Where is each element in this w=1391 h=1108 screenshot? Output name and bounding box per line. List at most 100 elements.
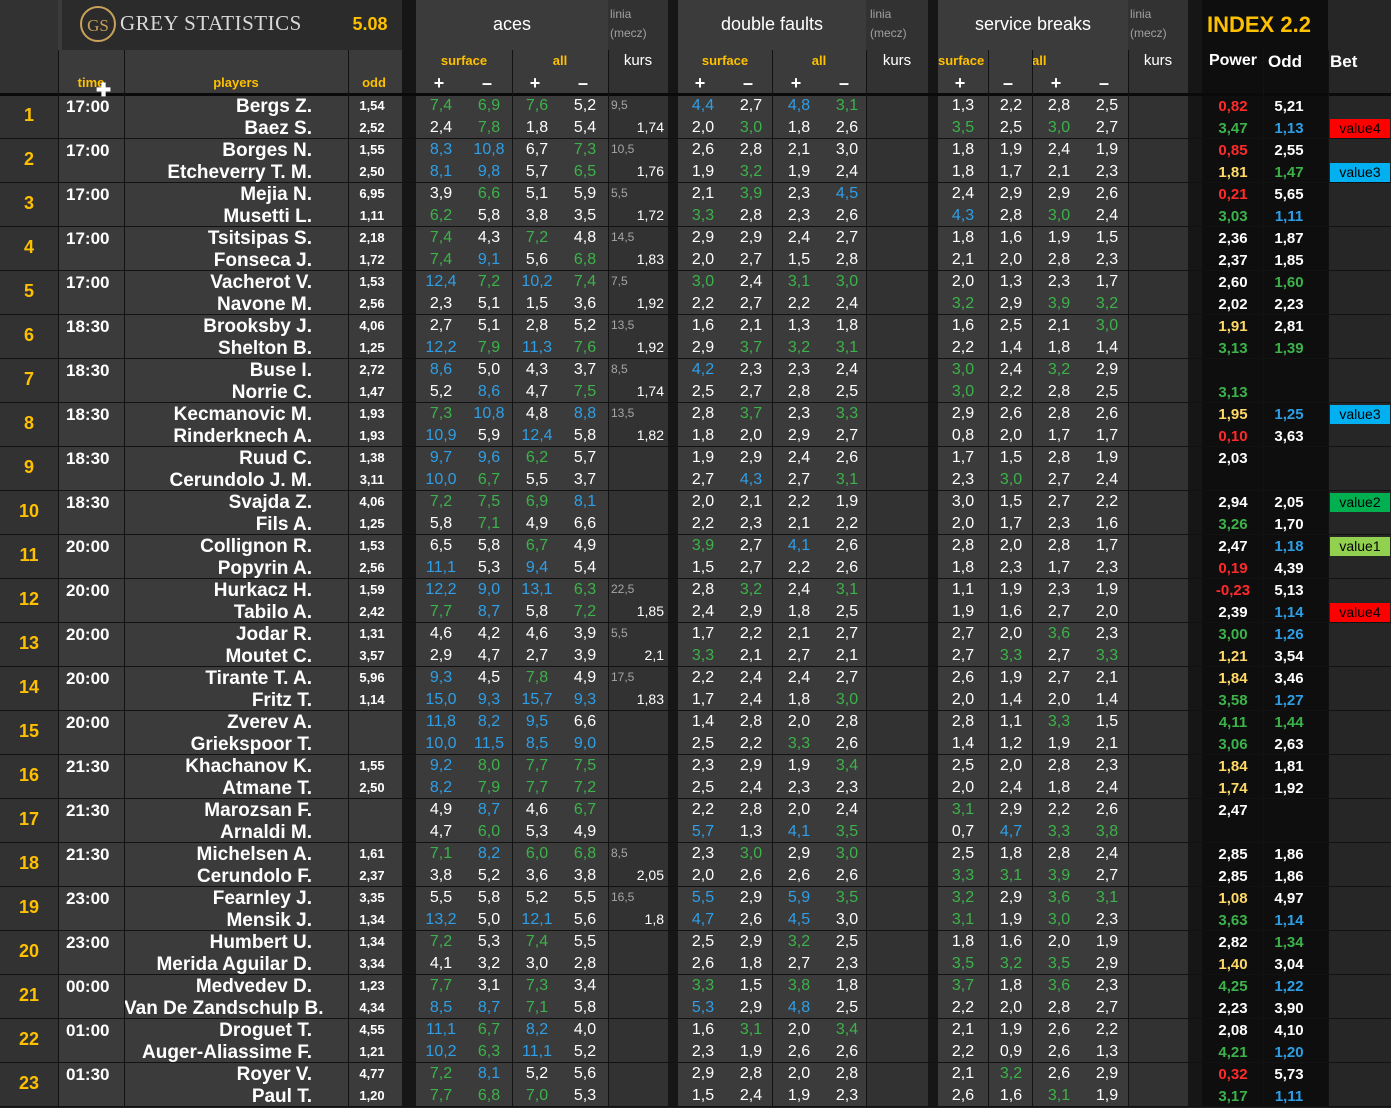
df-stat-minus: 2,4 [835, 163, 859, 180]
player-name[interactable]: Royer V. [124, 1064, 312, 1086]
sb-stat-plus: 3,7 [951, 977, 975, 994]
player-name[interactable]: Norrie C. [124, 382, 312, 404]
sb-stat-plus: 2,0 [951, 779, 975, 796]
aces-stat-plus: 8,2 [525, 1021, 549, 1038]
player-name[interactable]: Shelton B. [124, 338, 312, 360]
df-stat-minus: 1,9 [739, 1043, 763, 1060]
player-name[interactable]: Rinderknech A. [124, 426, 312, 448]
power-value: 2,60 [1218, 274, 1248, 291]
aces-line-value: 7,5 [611, 274, 628, 288]
aces-stat-minus: 5,3 [573, 1087, 597, 1104]
sb-stat-plus: 3,0 [1047, 911, 1071, 928]
bet-badge[interactable]: value4 [1330, 119, 1390, 138]
sb-stat-plus: 2,6 [1047, 1065, 1071, 1082]
bet-header: Bet [1330, 52, 1358, 71]
player-name[interactable]: Van De Zandschulp B. [124, 998, 324, 1020]
player-name[interactable]: Bergs Z. [124, 96, 312, 118]
player-name[interactable]: Tirante T. A. [124, 668, 312, 690]
player-name[interactable]: Atmane T. [124, 778, 312, 800]
player-name[interactable]: Michelsen A. [124, 844, 312, 866]
power-value: 2,94 [1218, 494, 1248, 511]
player-name[interactable]: Griekspoor T. [124, 734, 312, 756]
player-name[interactable]: Hurkacz H. [124, 580, 312, 602]
aces-line-odd: 1,92 [636, 295, 664, 311]
player-name[interactable]: Mensik J. [124, 910, 312, 932]
player-name[interactable]: Fils A. [124, 514, 312, 536]
bet-badge[interactable]: value3 [1330, 405, 1390, 424]
player-name[interactable]: Arnaldi M. [124, 822, 312, 844]
sb-stat-plus: 2,8 [1047, 383, 1071, 400]
player-name[interactable]: Borges N. [124, 140, 312, 162]
player-name[interactable]: Kecmanovic M. [124, 404, 312, 426]
aces-stat-minus: 9,3 [477, 691, 501, 708]
bet-badge[interactable]: value4 [1330, 603, 1390, 622]
player-odd: 2,72 [359, 362, 385, 377]
df-stat-plus: 2,1 [691, 185, 715, 202]
player-name[interactable]: Fritz T. [124, 690, 312, 712]
player-name[interactable]: Droguet T. [124, 1020, 312, 1042]
player-name[interactable]: Moutet C. [124, 646, 312, 668]
player-name[interactable]: Auger-Aliassime F. [124, 1042, 312, 1064]
player-name[interactable]: Fonseca J. [124, 250, 312, 272]
df-stat-plus: 3,2 [787, 933, 811, 950]
aces-stat-minus: 6,7 [477, 1021, 501, 1038]
player-name[interactable]: Fearnley J. [124, 888, 312, 910]
aces-stat-minus: 3,5 [573, 207, 597, 224]
aces-stat-plus: 5,2 [525, 889, 549, 906]
aces-stat-minus: 5,8 [573, 999, 597, 1016]
player-name[interactable]: Medvedev D. [124, 976, 312, 998]
df-stat-minus: 2,9 [739, 603, 763, 620]
sb-surface-header: surface [938, 53, 985, 68]
sb-stat-plus: 2,8 [1047, 537, 1071, 554]
aces-stat-plus: 7,8 [525, 669, 549, 686]
player-name[interactable]: Brooksby J. [124, 316, 312, 338]
sb-stat-plus: 0,8 [951, 427, 975, 444]
player-name[interactable]: Khachanov K. [124, 756, 312, 778]
player-name[interactable]: Tsitsipas S. [124, 228, 312, 250]
df-stat-plus: 1,6 [691, 317, 715, 334]
player-name[interactable]: Buse I. [124, 360, 312, 382]
aces-stat-minus: 2,8 [573, 955, 597, 972]
df-stat-minus: 2,9 [739, 229, 763, 246]
player-name[interactable]: Humbert U. [124, 932, 312, 954]
player-name[interactable]: Musetti L. [124, 206, 312, 228]
player-name[interactable]: Ruud C. [124, 448, 312, 470]
player-name[interactable]: Baez S. [124, 118, 312, 140]
player-name[interactable]: Etcheverry T. M. [124, 162, 312, 184]
bet-badge[interactable]: value1 [1330, 537, 1390, 556]
bet-badge[interactable]: value2 [1330, 493, 1390, 512]
sb-stat-minus: 1,7 [999, 515, 1023, 532]
aces-header: aces [492, 14, 532, 34]
player-name[interactable]: Mejia N. [124, 184, 312, 206]
player-name[interactable]: Marozsan F. [124, 800, 312, 822]
index-odd-value: 3,04 [1274, 956, 1304, 973]
sb-stat-minus: 3,2 [1095, 295, 1119, 312]
player-name[interactable]: Svajda Z. [124, 492, 312, 514]
df-stat-minus: 1,9 [835, 493, 859, 510]
df-stat-minus: 3,7 [739, 405, 763, 422]
df-stat-minus: 3,0 [835, 845, 859, 862]
player-name[interactable]: Vacherot V. [124, 272, 312, 294]
player-name[interactable]: Merida Aguilar D. [124, 954, 312, 976]
aces-stat-plus: 4,6 [525, 625, 549, 642]
player-name[interactable]: Zverev A. [124, 712, 312, 734]
player-odd: 1,20 [359, 1088, 385, 1103]
sb-stat-plus: 2,3 [1047, 273, 1071, 290]
match-number: 6 [23, 325, 34, 345]
player-name[interactable]: Collignon R. [124, 536, 312, 558]
player-name[interactable]: Paul T. [124, 1086, 312, 1108]
bet-badge[interactable]: value3 [1330, 163, 1390, 182]
df-stat-plus: 2,9 [787, 427, 811, 444]
sb-stat-minus: 1,9 [999, 911, 1023, 928]
player-name[interactable]: Cerundolo F. [124, 866, 312, 888]
player-name[interactable]: Navone M. [124, 294, 312, 316]
aces-stat-minus: 5,7 [573, 449, 597, 466]
sb-stat-plus: 3,9 [1047, 867, 1071, 884]
match-time: 18:30 [66, 405, 110, 424]
power-value: 3,47 [1218, 120, 1248, 137]
df-stat-plus: 1,4 [691, 713, 715, 730]
player-name[interactable]: Cerundolo J. M. [124, 470, 313, 492]
player-name[interactable]: Popyrin A. [124, 558, 312, 580]
player-name[interactable]: Jodar R. [124, 624, 312, 646]
player-name[interactable]: Tabilo A. [124, 602, 312, 624]
